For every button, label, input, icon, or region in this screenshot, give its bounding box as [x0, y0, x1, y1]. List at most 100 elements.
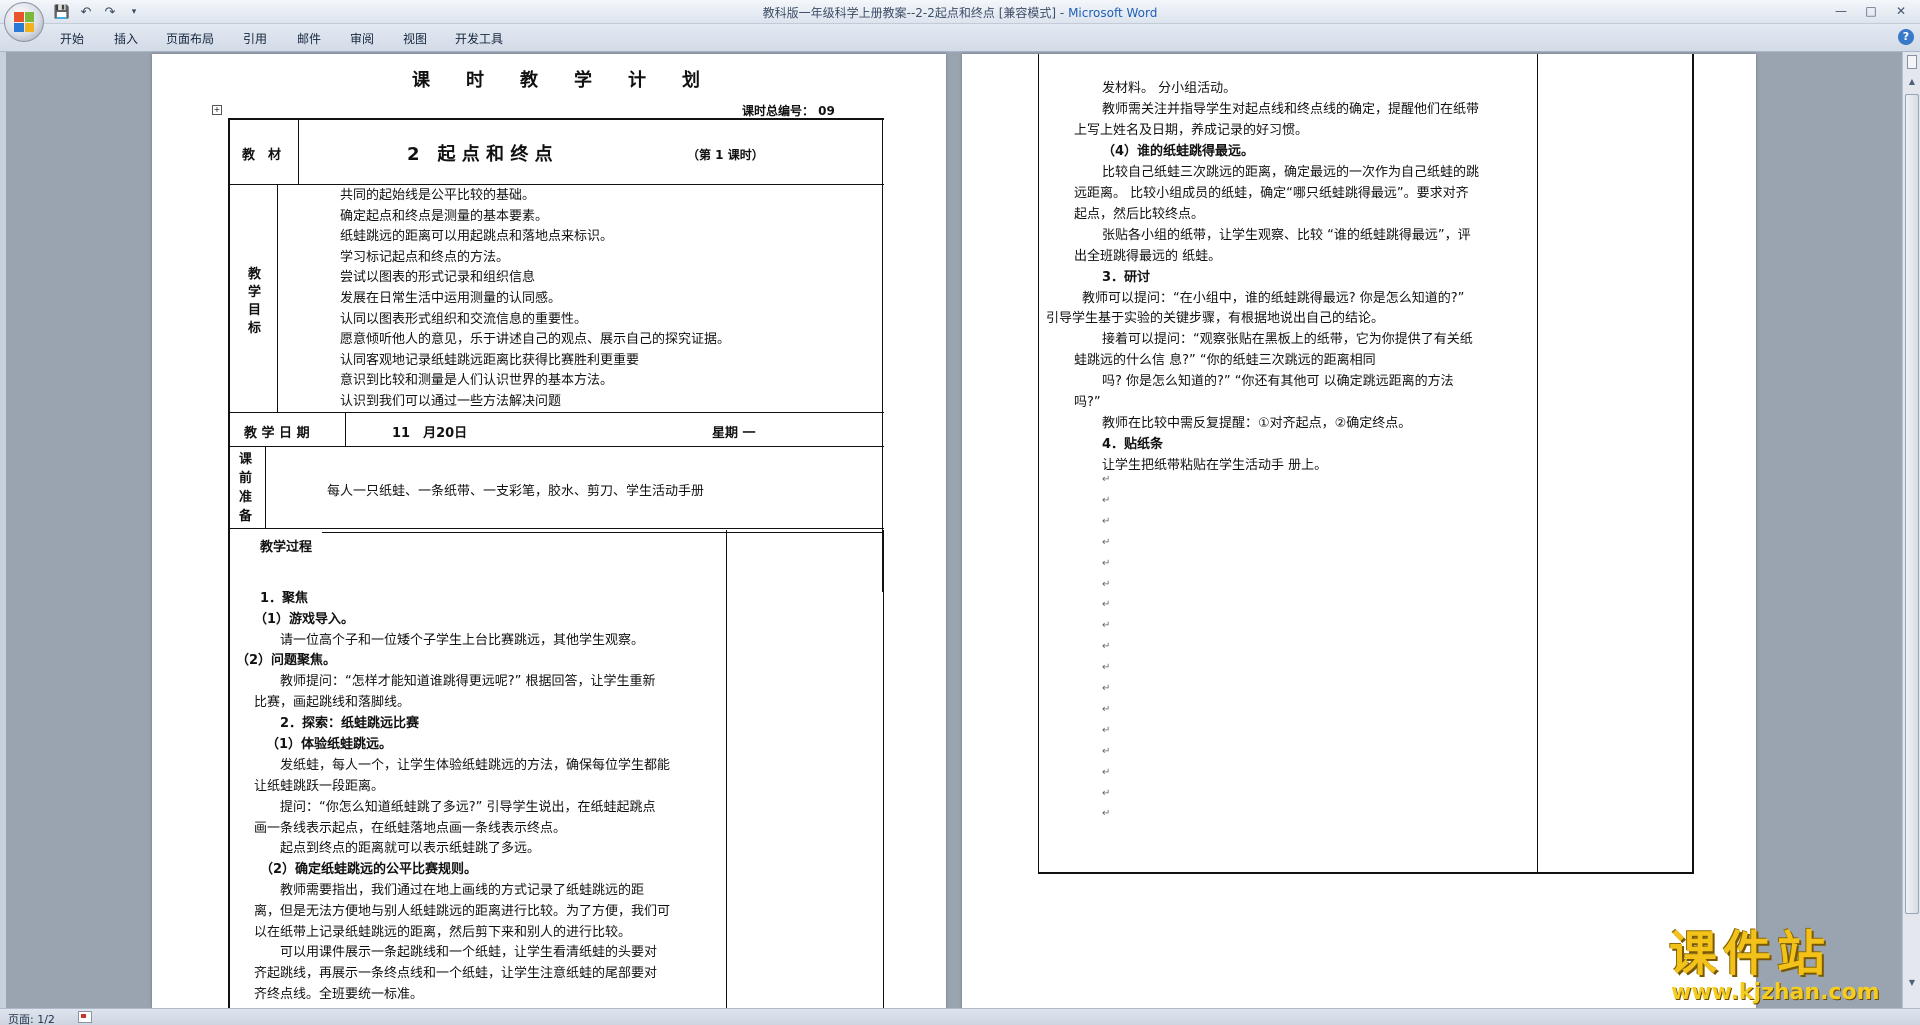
table-move-handle-icon[interactable]: +	[212, 105, 222, 115]
text-line: 教师需关注并指导学生对起点线和终点线的确定，提醒他们在纸带	[1102, 101, 1480, 117]
scroll-up-icon[interactable]: ▲	[1906, 76, 1918, 88]
paragraph-mark-icon: ↵	[1102, 536, 1111, 548]
text-line: 认同客观地记录纸蛙跳远距离比获得比赛胜利更重要	[340, 352, 640, 368]
goals-label-char: 标	[248, 321, 262, 336]
text-line: 比赛，画起跳线和落脚线。	[254, 695, 411, 710]
text-line: （4）谁的纸蛙跳得最远。	[1102, 143, 1255, 159]
window-controls: — □ ✕	[1826, 1, 1916, 21]
title-bar: 💾 ↶ ↷ ▾ 教科版一年级科学上册教案--2-2起点和终点 [兼容模式] - …	[0, 0, 1920, 24]
paragraph-mark-icon: ↵	[1102, 683, 1111, 694]
prep-label-char: 前	[239, 471, 253, 486]
row-border-2	[228, 412, 884, 413]
text-line: 教师在比较中需反复提醒：①对齐起点，②确定终点。	[1102, 416, 1412, 432]
close-icon[interactable]: ✕	[1886, 1, 1916, 21]
text-line: 教师可以提问：“在小组中，谁的纸蛙跳得最远? 你是怎么知道的?”	[1082, 290, 1465, 306]
title-separator: -	[1056, 6, 1069, 20]
date-label: 教 学 日 期	[244, 426, 310, 441]
text-line: 4．贴纸条	[1102, 437, 1164, 453]
goals-label-char: 目	[248, 303, 262, 318]
text-line: 起点，然后比较终点。	[1074, 206, 1205, 222]
text-line: 让纸蛙跳跃一段距离。	[254, 779, 385, 794]
text-line: 齐起跳线，再展示一条终点线和一个纸蛙，让学生注意纸蛙的尾部要对	[254, 966, 658, 981]
tab-insert[interactable]: 插入	[114, 30, 138, 47]
paragraph-mark-icon: ↵	[1102, 724, 1111, 736]
text-line: 愿意倾听他人的意见，乐于讲述自己的观点、展示自己的探究证据。	[340, 332, 731, 348]
text-line: 意识到比较和测量是人们认识世界的基本方法。	[340, 373, 614, 389]
col-border-prep	[265, 446, 266, 528]
text-line: 发纸蛙，每人一个，让学生体验纸蛙跳远的方法，确保每位学生都能	[280, 758, 671, 773]
text-line: 上写上姓名及日期，养成记录的好习惯。	[1074, 122, 1309, 138]
table-right-border	[882, 118, 883, 592]
paragraph-mark-icon: ↵	[1102, 662, 1111, 674]
paragraph-mark-icon: ↵	[1102, 515, 1111, 527]
maximize-icon[interactable]: □	[1856, 1, 1886, 21]
text-line: 教师需要指出，我们通过在地上画线的方式记录了纸蛙跳远的距	[280, 883, 645, 898]
vertical-scrollbar[interactable]: ▲ ▼	[1902, 52, 1920, 1010]
office-button[interactable]	[4, 2, 44, 42]
paragraph-mark-icon: ↵	[1102, 808, 1111, 820]
tab-page-layout[interactable]: 页面布局	[166, 30, 214, 47]
document-name: 教科版一年级科学上册教案--2-2起点和终点 [兼容模式]	[762, 6, 1057, 20]
window-title: 教科版一年级科学上册教案--2-2起点和终点 [兼容模式] - Microsof…	[0, 4, 1920, 21]
text-line: 教学过程	[260, 540, 313, 555]
row-border-1	[228, 184, 884, 185]
tab-view[interactable]: 视图	[403, 30, 427, 47]
text-line: 纸蛙跳远的距离可以用起跳点和落地点来标识。	[340, 229, 614, 245]
document-page-1[interactable]: 课 时 教 学 计 划 课时总编号： 09 + 教 材 2 起 点 和 终 点 …	[152, 54, 946, 1008]
row-border-3	[228, 446, 884, 447]
text-line: 起点到终点的距离就可以表示纸蛙跳了多远。	[280, 841, 541, 856]
paragraph-mark-icon: ↵	[1102, 703, 1111, 715]
table-right-border	[1692, 54, 1694, 874]
paragraph-mark-icon: ↵	[1102, 641, 1111, 653]
proofing-icon[interactable]	[78, 1011, 92, 1023]
doc-title: 课 时 教 学 计 划	[412, 70, 700, 91]
text-line: 1．聚焦	[260, 591, 309, 606]
text-line: 接着可以提问：“观察张贴在黑板上的纸带，它为你提供了有关纸	[1102, 332, 1473, 348]
text-line: （1）游戏导入。	[254, 612, 355, 627]
ruler-toggle-icon[interactable]	[1907, 55, 1917, 69]
lesson-title: 2 起 点 和 终 点	[407, 144, 553, 165]
help-icon[interactable]: ?	[1898, 29, 1914, 45]
text-line: 引导学生基于实验的关键步骤，有根据地说出自己的结论。	[1046, 311, 1385, 327]
col-border-goals	[277, 184, 278, 412]
paragraph-mark-icon: ↵	[1102, 494, 1111, 506]
ribbon-tabs: 开始 插入 页面布局 引用 邮件 审阅 视图 开发工具 ?	[0, 24, 1920, 52]
goals-label-char: 教	[248, 267, 262, 282]
watermark-url: www.kjzhan.com	[1671, 980, 1880, 1005]
text-line: 吗? 你是怎么知道的?” “你还有其他可 以确定跳远距离的方法	[1102, 374, 1454, 390]
table-top-border	[228, 118, 884, 120]
paragraph-mark-icon: ↵	[1102, 787, 1111, 799]
text-line: 吗?”	[1074, 395, 1101, 411]
text-line: （1）体验纸蛙跳远。	[266, 737, 393, 752]
minimize-icon[interactable]: —	[1826, 1, 1856, 21]
tab-references[interactable]: 引用	[243, 30, 267, 47]
table-left-border	[1038, 54, 1039, 874]
col-border-material	[298, 120, 299, 184]
text-line: 发材料。 分小组活动。	[1102, 81, 1237, 96]
prep-materials: 每人一只纸蛙、一条纸带、一支彩笔，胶水、剪刀、学生活动手册	[327, 484, 705, 499]
tab-review[interactable]: 审阅	[350, 30, 374, 47]
text-line: （2）问题聚焦。	[236, 653, 337, 668]
paragraph-mark-icon: ↵	[1102, 474, 1111, 485]
col-border-notes	[726, 530, 727, 1008]
document-page-2[interactable]: 发材料。 分小组活动。教师需关注并指导学生对起点线和终点线的确定，提醒他们在纸带…	[962, 54, 1756, 1008]
text-line: 请一位高个子和一位矮个子学生上台比赛跳远，其他学生观察。	[280, 633, 645, 648]
col-border-date	[345, 412, 346, 446]
tab-developer[interactable]: 开发工具	[455, 30, 503, 47]
text-line: 学习标记起点和终点的方法。	[340, 249, 510, 265]
prep-label-char: 准	[239, 490, 253, 505]
text-line: 比较自己纸蛙三次跳远的距离，确定最远的一次作为自己纸蛙的跳	[1102, 164, 1480, 180]
goals-label-char: 学	[248, 285, 262, 300]
tab-mailings[interactable]: 邮件	[297, 30, 321, 47]
text-line: 提问：“你怎么知道纸蛙跳了多远?” 引导学生说出，在纸蛙起跳点	[280, 800, 656, 815]
scroll-down-icon[interactable]: ▼	[1906, 977, 1918, 989]
paragraph-mark-icon: ↵	[1102, 557, 1111, 569]
tab-home[interactable]: 开始	[60, 30, 84, 47]
text-line: 发展在日常生活中运用测量的认同感。	[340, 291, 562, 306]
page-indicator[interactable]: 页面: 1/2	[8, 1011, 55, 1025]
text-line: 让学生把纸带粘贴在学生活动手 册上。	[1102, 458, 1328, 474]
text-line: 齐终点线。全班要统一标准。	[254, 987, 424, 1002]
scroll-thumb[interactable]	[1905, 94, 1919, 914]
paragraph-mark-icon: ↵	[1102, 578, 1111, 590]
goals-label: 教 学 目 标	[248, 266, 268, 338]
